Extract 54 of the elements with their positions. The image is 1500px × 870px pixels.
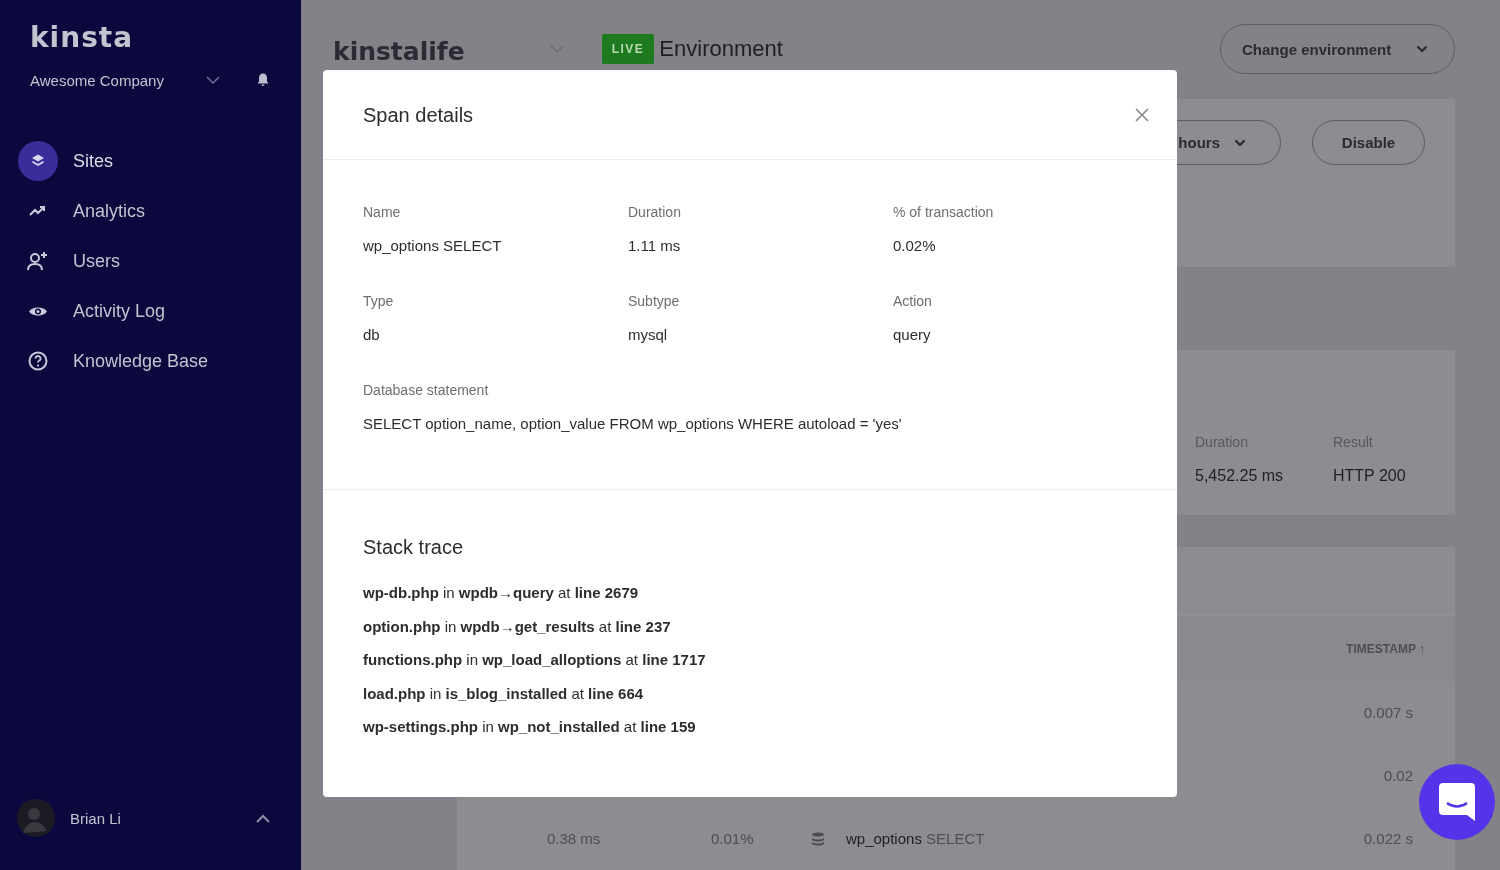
dialog-title: Span details [363, 102, 474, 127]
table-cell: wp_options SELECT [846, 830, 985, 847]
stack-frame: functions.php in wp_load_alloptions at line 1717 [363, 643, 706, 677]
field-label: Subtype [628, 292, 680, 311]
nav-item[interactable]: Sites [0, 136, 301, 186]
layers-icon [30, 153, 46, 169]
field-value: 1.11 ms [628, 236, 681, 256]
environment-label: Environment [659, 36, 783, 62]
nav-item[interactable]: Knowledge Base [0, 336, 301, 386]
field-value: SELECT option_name, option_value FROM wp_options WHERE autoload = 'yes' [363, 414, 902, 434]
trend-icon [29, 205, 47, 217]
field-label: % of transaction [893, 203, 994, 222]
company-name[interactable]: Awesome Company [30, 71, 200, 89]
field-value: wp_options SELECT [363, 236, 502, 256]
database-icon [811, 831, 825, 846]
table-cell: 0.022 s [1363, 830, 1413, 847]
field-label: Duration [628, 203, 681, 222]
chevron-down-icon[interactable] [206, 75, 220, 85]
site-name[interactable]: kinstalife [333, 36, 465, 66]
field-value: query [893, 325, 931, 345]
environment-badge: LIVE [601, 34, 655, 64]
table-cell: 0.01% [711, 830, 754, 847]
field-value: db [363, 325, 380, 345]
section-title: Stack trace [363, 535, 464, 559]
field-label: Type [363, 292, 394, 311]
stack-frame: option.php in wpdb→get_results at line 237 [363, 609, 671, 643]
user-plus-icon [27, 251, 49, 271]
stack-frame: wp-settings.php in wp_not_installed at line 159 [363, 710, 696, 744]
eye-icon [28, 304, 48, 318]
table-cell: 0.007 s [1363, 704, 1413, 721]
field-label: Action [893, 292, 932, 311]
column-value: HTTP 200 [1333, 466, 1406, 487]
chat-icon [1439, 783, 1475, 821]
table-cell: 0.02 [1383, 767, 1413, 784]
chevron-up-icon[interactable] [256, 813, 270, 823]
field-label: Database statement [363, 381, 489, 400]
close-icon[interactable] [1135, 107, 1149, 122]
nav-item[interactable]: Activity Log [0, 286, 301, 336]
field-value: 0.02% [893, 236, 936, 256]
table-cell: 0.38 ms [547, 830, 601, 847]
bell-icon[interactable] [257, 73, 269, 87]
column-value: 5,452.25 ms [1195, 466, 1284, 487]
user-name[interactable]: Brian Li [70, 809, 250, 827]
field-value: mysql [628, 325, 668, 345]
stack-frame: load.php in is_blog_installed at line 664 [363, 676, 644, 710]
help-icon [28, 351, 48, 371]
logo: kinsta [30, 22, 134, 54]
stack-frame: wp-db.php in wpdb→query at line 2679 [363, 576, 639, 610]
chevron-down-icon [1234, 138, 1246, 147]
chevron-down-icon [1416, 45, 1428, 53]
nav-item[interactable]: Users [0, 236, 301, 286]
field-label: Name [363, 203, 401, 222]
nav-item[interactable]: Analytics [0, 186, 301, 236]
change-environment-button[interactable]: Change environment [1220, 24, 1455, 74]
